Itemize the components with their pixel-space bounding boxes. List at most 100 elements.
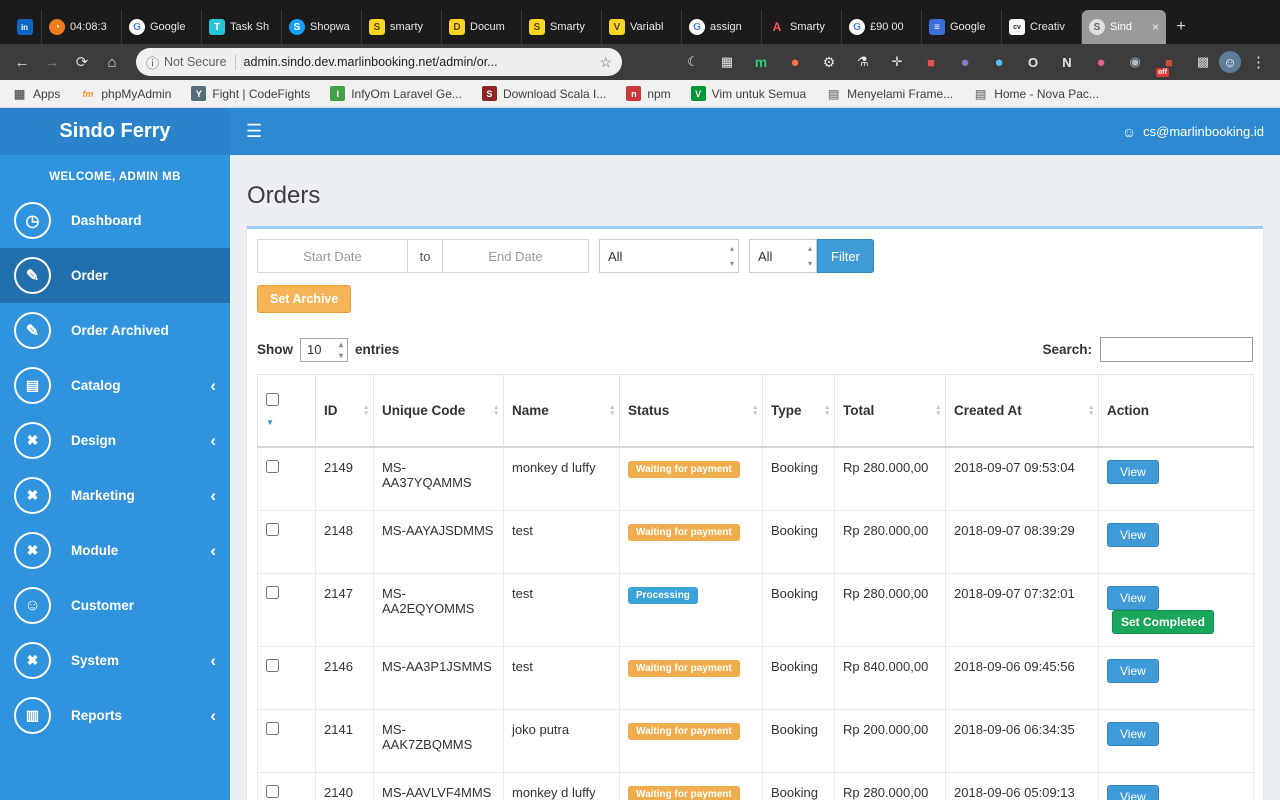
col-label: Status (628, 403, 670, 418)
set-archive-button[interactable]: Set Archive (257, 285, 352, 313)
bookmark-vim[interactable]: Vim untuk Semua (690, 86, 806, 101)
total-cell: Rp 280.000,00 (834, 446, 946, 511)
puzzle-icon[interactable] (1193, 52, 1213, 72)
camera-dark-icon[interactable] (1125, 52, 1145, 72)
info-icon[interactable]: ⓘ (146, 53, 159, 72)
view-button[interactable]: View (1107, 585, 1159, 610)
browser-tab-assign[interactable]: Gassign (682, 10, 762, 44)
forward-button[interactable]: → (40, 54, 64, 71)
bookmark-scala[interactable]: Download Scala I... (481, 86, 606, 101)
notion-icon[interactable] (1057, 52, 1077, 72)
reload-button[interactable]: ⟳ (70, 53, 94, 71)
bookmark-star-icon[interactable]: ☆ (599, 54, 612, 71)
circle-o-icon[interactable] (1023, 52, 1043, 72)
bookmark-npm[interactable]: npm (626, 86, 671, 101)
tab-title: Google (950, 21, 986, 33)
pixel-ruler-icon[interactable] (921, 52, 941, 72)
close-tab-icon[interactable]: × (1152, 20, 1159, 34)
col-header-unique-code[interactable]: Unique Code (373, 374, 504, 448)
new-tab-button[interactable]: + (1166, 10, 1196, 44)
col-header-name[interactable]: Name (503, 374, 620, 448)
browser-tab-smarty-answers[interactable]: A Smarty (762, 10, 842, 44)
row-checkbox[interactable] (266, 460, 279, 473)
bookmark-menyelami[interactable]: Menyelami Frame... (826, 86, 953, 101)
view-button[interactable]: View (1107, 460, 1159, 484)
col-header-type[interactable]: Type (762, 374, 835, 448)
bookmark-nova[interactable]: Home - Nova Pac... (973, 86, 1099, 101)
browser-tab-variable[interactable]: V Variabl (602, 10, 682, 44)
flask-icon[interactable] (853, 52, 873, 72)
sidebar-toggle-icon[interactable]: ☰ (246, 121, 262, 142)
web-page: Sindo Ferry WELCOME, ADMIN MB Dashboard … (0, 108, 1280, 800)
select-all-checkbox[interactable] (266, 393, 279, 406)
brand-logo[interactable]: Sindo Ferry (0, 108, 230, 155)
row-checkbox[interactable] (266, 585, 279, 599)
browser-tab-sindo-active[interactable]: S Sind × (1082, 10, 1166, 44)
page-size-select[interactable]: 10 (300, 337, 348, 362)
browser-tab-linkedin[interactable]: in (8, 10, 42, 44)
sidebar-item-design[interactable]: Design ‹ (0, 413, 230, 468)
sidebar-item-order[interactable]: Order (0, 248, 230, 303)
camera-blue-icon[interactable] (989, 52, 1009, 72)
home-button[interactable]: ⌂ (100, 54, 124, 71)
bookmark-phpmyadmin[interactable]: phpMyAdmin (80, 86, 171, 101)
browser-tab-smarty-2[interactable]: S Smarty (522, 10, 602, 44)
back-button[interactable]: ← (10, 54, 34, 71)
sidebar-item-module[interactable]: Module ‹ (0, 523, 230, 578)
col-header-status[interactable]: Status (619, 374, 763, 448)
view-button[interactable]: View (1107, 522, 1159, 547)
view-button[interactable]: View (1107, 721, 1159, 746)
monday-icon[interactable] (751, 52, 771, 72)
type-filter-select[interactable]: All (749, 239, 817, 273)
user-menu[interactable]: cs@marlinbooking.id (1122, 124, 1264, 140)
col-header-id[interactable]: ID (315, 374, 374, 448)
url-text[interactable]: admin.sindo.dev.marlinbooking.net/admin/… (244, 55, 594, 69)
crosshair-icon[interactable] (887, 52, 907, 72)
screenshot-grid-icon[interactable] (717, 52, 737, 72)
pink-dot-icon[interactable] (1091, 52, 1111, 72)
row-checkbox[interactable] (266, 784, 279, 798)
filter-caret-icon[interactable] (266, 413, 307, 428)
bookmark-codefights[interactable]: Fight | CodeFights (191, 86, 310, 101)
browser-tab-smarty-1[interactable]: Ssmarty (362, 10, 442, 44)
dark-mode-moon-icon[interactable] (683, 52, 703, 72)
sidebar-item-order-archived[interactable]: Order Archived (0, 303, 230, 358)
col-header-created-at[interactable]: Created At (945, 374, 1099, 448)
browser-tab-gdocs[interactable]: ≡ Google (922, 10, 1002, 44)
row-checkbox[interactable] (266, 721, 279, 735)
profile-avatar[interactable]: ☺ (1219, 51, 1241, 73)
browser-tab-currency[interactable]: G £90 00 (842, 10, 922, 44)
status-filter-select[interactable]: All (599, 239, 739, 273)
set-completed-button[interactable]: Set Completed (1112, 609, 1215, 634)
browser-tab-shopware[interactable]: S Shopwa (282, 10, 362, 44)
sidebar-item-marketing[interactable]: Marketing ‹ (0, 468, 230, 523)
col-header-total[interactable]: Total (834, 374, 946, 448)
browser-tab-timer[interactable]: ◔ 04:08:3 (42, 10, 122, 44)
stylus-icon[interactable] (955, 52, 975, 72)
end-date-input[interactable] (443, 239, 589, 273)
sidebar-item-reports[interactable]: Reports ‹ (0, 688, 230, 743)
browser-menu-icon[interactable]: ⋮ (1247, 53, 1270, 71)
start-date-input[interactable] (257, 239, 407, 273)
bookmark-infyom[interactable]: InfyOm Laravel Ge... (330, 86, 462, 101)
select-all-header[interactable] (257, 374, 316, 448)
address-bar[interactable]: ⓘ Not Secure admin.sindo.dev.marlinbooki… (136, 48, 622, 76)
sidebar-item-customer[interactable]: Customer (0, 578, 230, 633)
sidebar-item-dashboard[interactable]: Dashboard (0, 193, 230, 248)
filter-button[interactable]: Filter (817, 239, 874, 273)
browser-tab-google[interactable]: G Google (122, 10, 202, 44)
bookmark-apps[interactable]: Apps (12, 86, 60, 101)
sidebar-item-system[interactable]: System ‹ (0, 633, 230, 688)
adblock-icon[interactable]: off (1156, 52, 1179, 77)
search-input[interactable] (1100, 337, 1253, 362)
sidebar-item-catalog[interactable]: Catalog ‹ (0, 358, 230, 413)
row-checkbox[interactable] (266, 522, 279, 536)
browser-tab-creative[interactable]: cv Creativ (1002, 10, 1082, 44)
view-button[interactable]: View (1107, 784, 1159, 800)
browser-tab-document[interactable]: D Docum (442, 10, 522, 44)
view-button[interactable]: View (1107, 658, 1159, 683)
browser-tab-taskshift[interactable]: T Task Sh (202, 10, 282, 44)
row-checkbox[interactable] (266, 658, 279, 672)
gear-icon[interactable] (819, 52, 839, 72)
colorzilla-icon[interactable] (785, 52, 805, 72)
